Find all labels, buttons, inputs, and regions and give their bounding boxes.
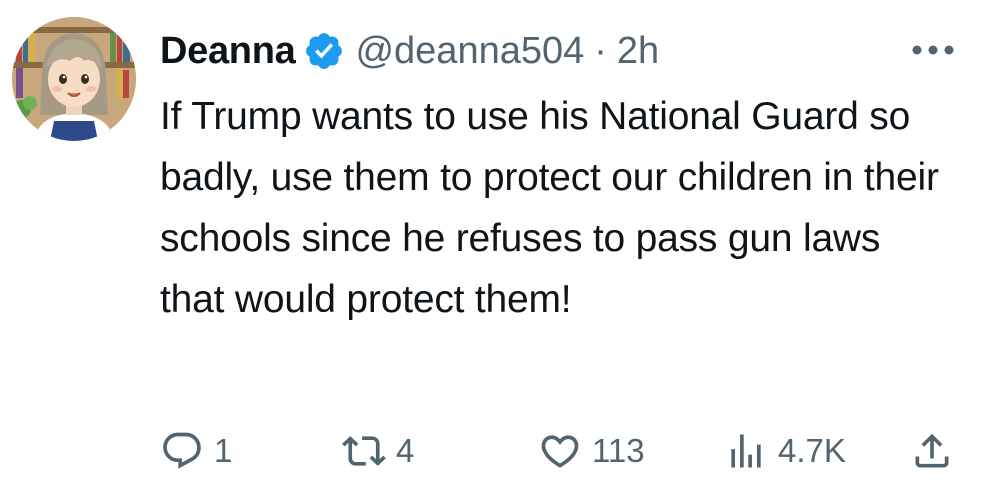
avatar[interactable] [12,17,136,141]
action-bar: 1 4 113 4.7K [160,424,970,478]
reply-button[interactable]: 1 [160,424,232,478]
like-count: 113 [592,432,645,469]
repost-count: 4 [396,432,415,469]
avatar-image [12,17,136,141]
tweet-header: Deanna @deanna504 · 2h [160,26,659,76]
timestamp[interactable]: 2h [617,30,659,73]
display-name[interactable]: Deanna [160,30,296,73]
repost-icon [342,436,386,466]
tweet[interactable]: Deanna @deanna504 · 2h If Trump wants to… [0,0,985,499]
repost-button[interactable]: 4 [342,424,414,478]
separator-dot: · [594,29,607,72]
share-icon [915,433,949,468]
reply-count: 1 [214,432,233,469]
views-count: 4.7K [778,432,846,469]
share-button[interactable] [910,424,954,478]
views-icon [731,434,761,468]
like-button[interactable]: 113 [538,424,645,478]
user-handle[interactable]: @deanna504 [355,30,584,73]
views-button[interactable]: 4.7K [724,424,846,478]
like-icon [541,435,579,468]
verified-badge-icon[interactable] [303,30,345,72]
tweet-text: If Trump wants to use his National Guard… [160,95,939,321]
more-icon [912,45,954,55]
more-options-button[interactable] [905,30,961,70]
reply-icon [163,432,201,469]
